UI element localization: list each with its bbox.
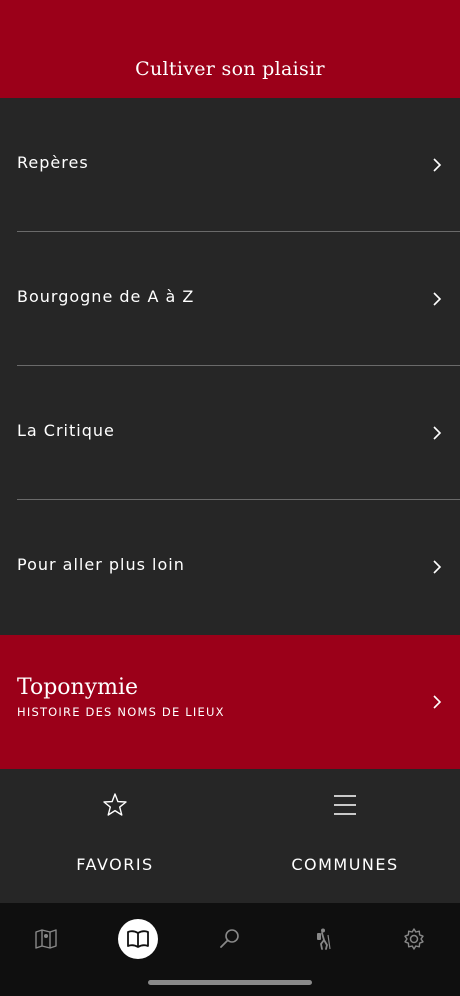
book-icon (127, 930, 149, 948)
chevron-right-icon (433, 292, 442, 306)
tab-hiker[interactable] (302, 919, 342, 959)
tab-map[interactable] (26, 919, 66, 959)
page-title: Cultiver son plaisir (135, 58, 325, 80)
toponymie-banner[interactable]: Toponymie HISTOIRE DES NOMS DE LIEUX (0, 635, 460, 769)
menu-item-la-critique[interactable]: La Critique (0, 366, 460, 500)
quick-links: FAVORIS COMMUNES (0, 769, 460, 903)
toponymie-subtitle: HISTOIRE DES NOMS DE LIEUX (17, 705, 225, 719)
gear-icon (404, 928, 424, 950)
menu-lines-icon (334, 795, 356, 815)
search-icon (220, 929, 239, 948)
menu-item-label: Bourgogne de A à Z (17, 287, 195, 306)
menu-item-label: La Critique (17, 421, 115, 440)
menu-item-bourgogne-a-z[interactable]: Bourgogne de A à Z (0, 232, 460, 366)
menu-item-pour-aller-plus-loin[interactable]: Pour aller plus loin (0, 500, 460, 634)
chevron-right-icon (433, 695, 442, 709)
chevron-right-icon (433, 560, 442, 574)
communes-label: COMMUNES (291, 855, 399, 874)
menu-item-reperes[interactable]: Repères (0, 98, 460, 232)
map-icon (35, 929, 57, 949)
app-header: Cultiver son plaisir (0, 0, 460, 98)
favoris-button[interactable]: FAVORIS (0, 769, 230, 903)
menu-item-label: Repères (17, 153, 89, 172)
tab-settings[interactable] (394, 919, 434, 959)
favoris-label: FAVORIS (76, 855, 154, 874)
tab-search[interactable] (210, 919, 250, 959)
menu-item-label: Pour aller plus loin (17, 555, 185, 574)
tab-book[interactable] (118, 919, 158, 959)
main-menu: Repères Bourgogne de A à Z La Critique P… (0, 98, 460, 634)
star-icon (103, 793, 127, 816)
chevron-right-icon (433, 426, 442, 440)
communes-button[interactable]: COMMUNES (230, 769, 460, 903)
toponymie-title: Toponymie (17, 675, 139, 700)
chevron-right-icon (433, 158, 442, 172)
home-indicator[interactable] (148, 980, 312, 985)
hiker-icon (317, 928, 331, 950)
